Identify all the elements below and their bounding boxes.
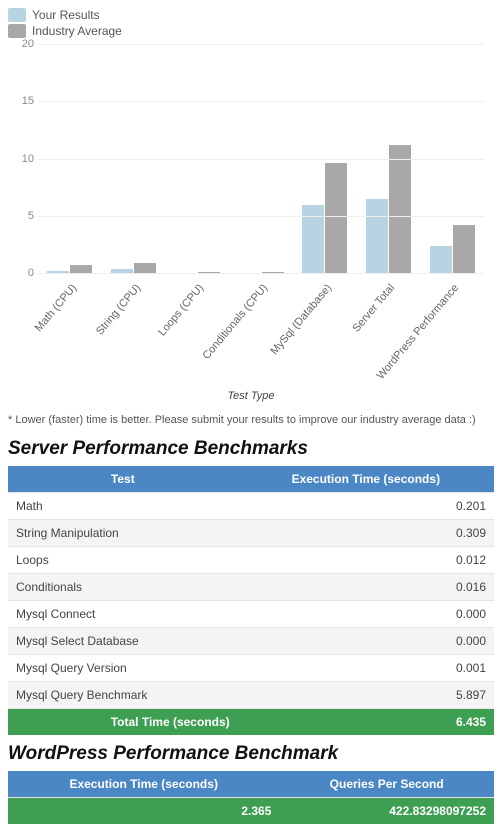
x-tick-label: Server Total <box>351 282 398 335</box>
bar <box>70 265 92 273</box>
cell-test-name: Conditionals <box>8 574 238 601</box>
legend-item: Industry Average <box>8 24 494 38</box>
bar <box>325 163 347 273</box>
server-total-value: 6.435 <box>238 709 494 736</box>
cell-test-name: Loops <box>8 547 238 574</box>
bar <box>366 199 388 273</box>
wp-result-row: 2.365 422.83298097252 <box>8 798 494 825</box>
cell-exec-time: 0.016 <box>238 574 494 601</box>
server-benchmarks-table: Test Execution Time (seconds) Math0.201S… <box>8 466 494 735</box>
y-tick-label: 20 <box>10 38 34 50</box>
x-label-cell: Math (CPU) <box>38 276 102 384</box>
col-wp-time: Execution Time (seconds) <box>8 771 279 798</box>
chart-x-axis-title: Test Type <box>8 390 494 402</box>
server-total-row: Total Time (seconds) 6.435 <box>8 709 494 736</box>
legend-label-industry-average: Industry Average <box>32 24 122 38</box>
cell-test-name: Mysql Query Benchmark <box>8 682 238 709</box>
cell-test-name: Math <box>8 493 238 520</box>
wp-time-value: 2.365 <box>8 798 279 825</box>
legend-swatch-your-results <box>8 8 26 22</box>
grid-line <box>38 101 484 102</box>
y-tick-label: 15 <box>10 95 34 107</box>
cell-test-name: Mysql Query Version <box>8 655 238 682</box>
legend-label-your-results: Your Results <box>32 8 100 22</box>
grid-line <box>38 159 484 160</box>
bar <box>389 145 411 273</box>
table-row: Math0.201 <box>8 493 494 520</box>
cell-test-name: Mysql Connect <box>8 601 238 628</box>
table-row: Loops0.012 <box>8 547 494 574</box>
x-label-cell: MySql (Database) <box>293 276 357 384</box>
x-label-cell: WordPress Performance <box>420 276 484 384</box>
chart-legend: Your Results Industry Average <box>8 8 494 38</box>
col-test: Test <box>8 466 238 493</box>
table-row: Mysql Query Version0.001 <box>8 655 494 682</box>
grid-line <box>38 273 484 274</box>
bar <box>430 246 452 273</box>
wp-benchmark-heading: WordPress Performance Benchmark <box>8 743 494 765</box>
table-row: Mysql Connect0.000 <box>8 601 494 628</box>
chart-plot-area: 05101520 <box>38 44 484 274</box>
wp-benchmark-table: Execution Time (seconds) Queries Per Sec… <box>8 771 494 824</box>
server-benchmarks-heading: Server Performance Benchmarks <box>8 438 494 460</box>
y-tick-label: 0 <box>10 267 34 279</box>
wp-qps-value: 422.83298097252 <box>279 798 494 825</box>
table-row: Mysql Query Benchmark5.897 <box>8 682 494 709</box>
legend-item: Your Results <box>8 8 494 22</box>
cell-test-name: String Manipulation <box>8 520 238 547</box>
y-tick-label: 10 <box>10 153 34 165</box>
cell-test-name: Mysql Select Database <box>8 628 238 655</box>
legend-swatch-industry-average <box>8 24 26 38</box>
cell-exec-time: 0.201 <box>238 493 494 520</box>
grid-line <box>38 44 484 45</box>
table-row: String Manipulation0.309 <box>8 520 494 547</box>
table-row: Mysql Select Database0.000 <box>8 628 494 655</box>
col-time: Execution Time (seconds) <box>238 466 494 493</box>
grid-line <box>38 216 484 217</box>
cell-exec-time: 0.309 <box>238 520 494 547</box>
server-total-label: Total Time (seconds) <box>8 709 238 736</box>
chart-x-labels: Math (CPU)String (CPU)Loops (CPU)Conditi… <box>38 276 484 384</box>
y-tick-label: 5 <box>10 210 34 222</box>
bar <box>134 263 156 273</box>
cell-exec-time: 5.897 <box>238 682 494 709</box>
x-tick-label: Math (CPU) <box>33 282 80 334</box>
x-tick-label: String (CPU) <box>94 282 143 337</box>
bar-chart: 05101520 Math (CPU)String (CPU)Loops (CP… <box>8 44 494 384</box>
chart-footnote: * Lower (faster) time is better. Please … <box>8 414 494 426</box>
cell-exec-time: 0.012 <box>238 547 494 574</box>
col-wp-qps: Queries Per Second <box>279 771 494 798</box>
bar <box>453 225 475 273</box>
cell-exec-time: 0.000 <box>238 601 494 628</box>
cell-exec-time: 0.001 <box>238 655 494 682</box>
cell-exec-time: 0.000 <box>238 628 494 655</box>
table-row: Conditionals0.016 <box>8 574 494 601</box>
